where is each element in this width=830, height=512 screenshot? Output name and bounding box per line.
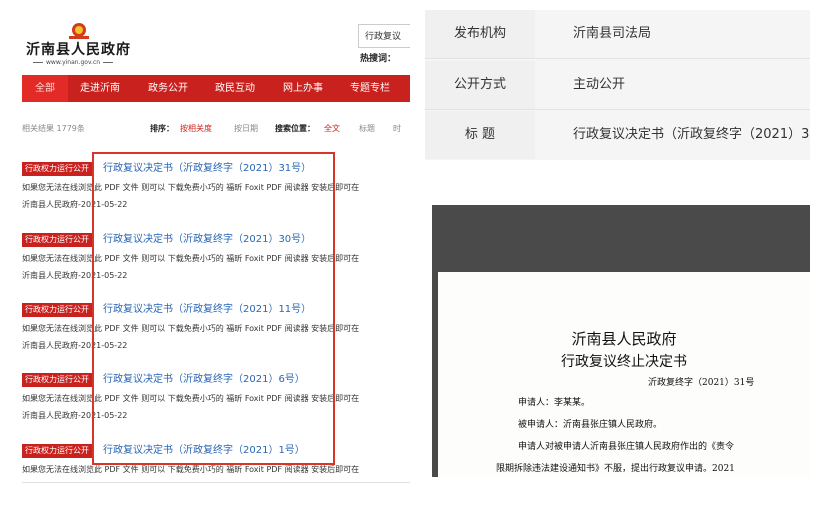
- info-row-title: 标 题 行政复议决定书（沂政复终字（2021）3: [425, 111, 810, 159]
- nav-tab-interaction[interactable]: 政民互动: [215, 75, 255, 102]
- doc-respondent: 被申请人：沂南县张庄镇人民政府。: [518, 420, 663, 430]
- nav-tab-all[interactable]: 全部: [22, 75, 68, 102]
- doc-org-heading: 沂南县人民政府: [571, 330, 677, 348]
- scope-label: 搜索位置：: [275, 124, 315, 133]
- highlight-annotation-box: [92, 152, 335, 465]
- nav-tab-public[interactable]: 政务公开: [148, 75, 188, 102]
- sort-relevance-option[interactable]: 按相关度: [180, 123, 212, 134]
- site-url: www.yinan.gov.cn: [30, 59, 116, 66]
- main-nav: 全部 走进沂南 政务公开 政民互动 网上办事 专题专栏: [22, 75, 410, 102]
- info-key: 公开方式: [425, 61, 535, 109]
- search-results-panel: 沂南县人民政府 www.yinan.gov.cn 行政复议 热搜词： 全部 走进…: [0, 0, 410, 512]
- search-input[interactable]: 行政复议: [358, 24, 410, 48]
- national-emblem-icon: [69, 23, 89, 39]
- hot-search-label: 热搜词：: [360, 54, 397, 64]
- info-value: 行政复议决定书（沂政复终字（2021）3: [573, 127, 810, 142]
- nav-tab-about[interactable]: 走进沂南: [80, 75, 120, 102]
- info-value: 主动公开: [573, 77, 626, 92]
- pdf-viewer[interactable]: 沂南县人民政府 行政复议终止决定书 沂政复终字（2021）31号 申请人：李某某…: [432, 205, 810, 477]
- scope-time-option[interactable]: 时: [393, 123, 401, 134]
- site-logo-title[interactable]: 沂南县人民政府: [26, 39, 131, 59]
- nav-tab-topics[interactable]: 专题专栏: [350, 75, 390, 102]
- divider: [22, 482, 410, 483]
- result-category-tag[interactable]: 行政权力运行公开: [22, 233, 92, 247]
- nav-tab-services[interactable]: 网上办事: [283, 75, 323, 102]
- scope-all-option[interactable]: 全文: [324, 123, 340, 134]
- sort-date-option[interactable]: 按日期: [234, 123, 258, 134]
- result-category-tag[interactable]: 行政权力运行公开: [22, 162, 92, 176]
- doc-applicant: 申请人：李某某。: [518, 398, 591, 408]
- info-key: 发布机构: [425, 10, 535, 58]
- sort-label: 排序：: [150, 124, 174, 133]
- doc-body-line: 申请人对被申请人沂南县张庄镇人民政府作出的《责令: [518, 442, 735, 452]
- document-info-table: 发布机构 沂南县司法局 公开方式 主动公开 标 题 行政复议决定书（沂政复终字（…: [425, 10, 810, 160]
- result-count: 相关结果 1779条: [22, 124, 85, 133]
- scope-title-option[interactable]: 标题: [359, 123, 375, 134]
- result-snippet: 如果您无法在线浏览此 PDF 文件 则可以 下载免费小巧的 福昕 Foxit P…: [22, 465, 360, 474]
- result-category-tag[interactable]: 行政权力运行公开: [22, 444, 92, 458]
- pdf-page: 沂南县人民政府 行政复议终止决定书 沂政复终字（2021）31号 申请人：李某某…: [438, 272, 810, 477]
- doc-title: 行政复议终止决定书: [561, 354, 687, 370]
- info-row-publisher: 发布机构 沂南县司法局: [425, 10, 810, 59]
- result-category-tag[interactable]: 行政权力运行公开: [22, 373, 92, 387]
- doc-number: 沂政复终字（2021）31号: [648, 378, 755, 388]
- info-value: 沂南县司法局: [573, 26, 652, 41]
- info-row-disclosure: 公开方式 主动公开: [425, 61, 810, 110]
- info-key: 标 题: [425, 111, 535, 159]
- doc-body-line: 限期拆除违法建设通知书》不服，提出行政复议申请。2021: [496, 464, 735, 474]
- filter-bar: 相关结果 1779条 排序： 按相关度 按日期 搜索位置： 全文 标题 时: [22, 123, 410, 135]
- result-category-tag[interactable]: 行政权力运行公开: [22, 303, 92, 317]
